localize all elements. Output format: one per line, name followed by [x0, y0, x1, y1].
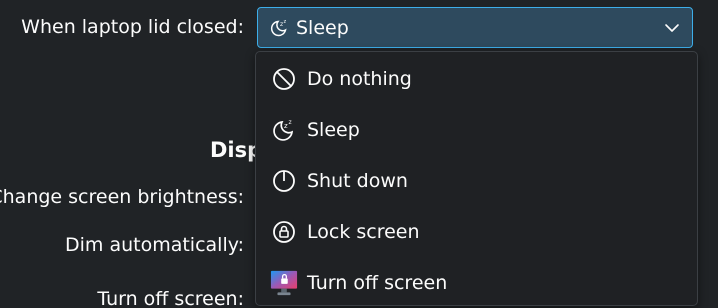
- svg-text:z: z: [284, 19, 287, 25]
- lid-closed-label: When laptop lid closed:: [21, 16, 244, 38]
- menu-item-do-nothing[interactable]: Do nothing: [256, 53, 697, 104]
- menu-item-label: Do nothing: [307, 67, 412, 90]
- screen-brightness-label: Change screen brightness:: [0, 186, 244, 208]
- svg-text:z: z: [284, 122, 288, 130]
- menu-item-label: Lock screen: [307, 220, 420, 243]
- sleep-moon-icon: z z: [268, 17, 290, 39]
- menu-item-label: Sleep: [307, 118, 360, 141]
- menu-item-turn-off-screen[interactable]: Turn off screen: [256, 257, 697, 308]
- menu-item-shut-down[interactable]: Shut down: [256, 155, 697, 206]
- menu-item-label: Turn off screen: [307, 271, 448, 294]
- lock-icon: [270, 218, 298, 246]
- prohibited-icon: [270, 65, 298, 93]
- menu-item-lock-screen[interactable]: Lock screen: [256, 206, 697, 257]
- turn-off-screen-label: Turn off screen:: [97, 288, 244, 308]
- monitor-lock-icon: [270, 269, 298, 297]
- combobox-selected-value: Sleep: [296, 16, 349, 39]
- svg-text:z: z: [289, 119, 292, 126]
- menu-item-sleep[interactable]: z z Sleep: [256, 104, 697, 155]
- lid-action-combobox[interactable]: z z Sleep: [257, 7, 693, 48]
- chevron-down-icon: [662, 18, 682, 38]
- lid-action-dropdown-menu: Do nothing z z Sleep Shut down Lock scre…: [255, 51, 698, 306]
- sleep-moon-icon: z z: [270, 116, 298, 144]
- power-settings-page: When laptop lid closed: z z Sleep Disp C…: [0, 0, 718, 308]
- dim-automatically-label: Dim automatically:: [64, 234, 244, 256]
- power-icon: [270, 167, 298, 195]
- menu-item-label: Shut down: [307, 169, 408, 192]
